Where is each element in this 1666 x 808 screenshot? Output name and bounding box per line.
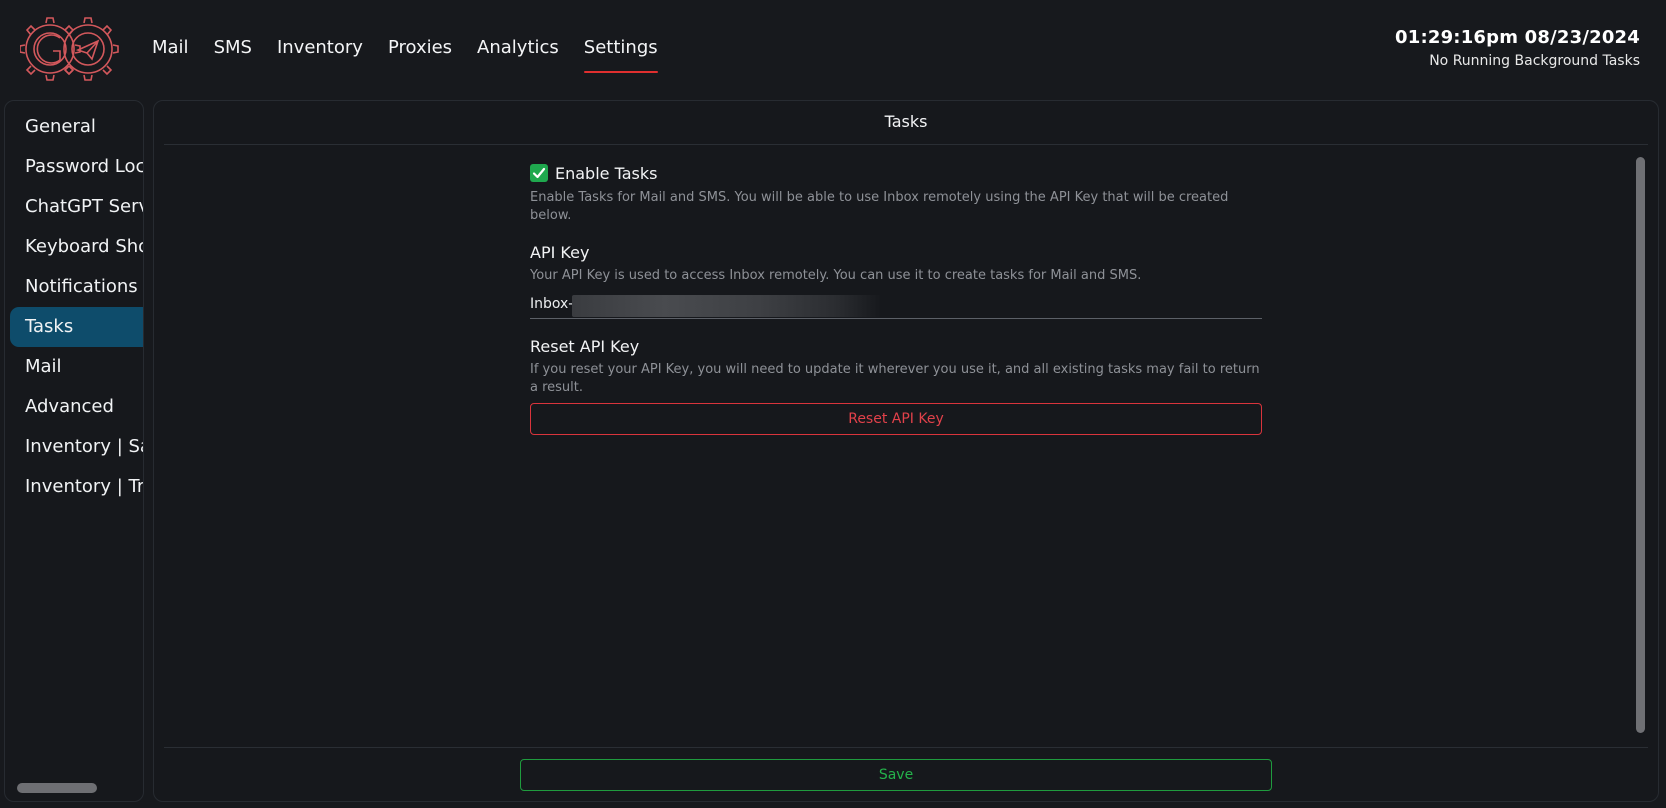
- api-key-prefix: Inbox-: [530, 296, 574, 312]
- clock-area: 01:29:16pm 08/23/2024 No Running Backgro…: [1395, 26, 1640, 72]
- reset-api-key-title: Reset API Key: [530, 337, 640, 356]
- nav-inventory[interactable]: Inventory: [277, 36, 375, 66]
- sidebar-item-general[interactable]: General: [10, 107, 143, 147]
- background-task-status: No Running Background Tasks: [1429, 53, 1640, 69]
- nav-mail[interactable]: Mail: [152, 36, 201, 66]
- api-key-field[interactable]: Inbox-: [530, 293, 1262, 319]
- reset-api-key-help: If you reset your API Key, you will need…: [530, 362, 1260, 395]
- nav-sms[interactable]: SMS: [214, 36, 264, 66]
- sidebar-item-mail[interactable]: Mail: [10, 347, 143, 387]
- sidebar-item-keyboard-shortcuts[interactable]: Keyboard Sho: [10, 227, 143, 267]
- nav-proxies[interactable]: Proxies: [388, 36, 464, 66]
- sidebar-item-chatgpt-service[interactable]: ChatGPT Serv: [10, 187, 143, 227]
- api-key-help: Your API Key is used to access Inbox rem…: [530, 268, 1142, 283]
- enable-tasks-label[interactable]: Enable Tasks: [555, 164, 657, 183]
- tasks-settings-content: Enable Tasks Enable Tasks for Mail and S…: [530, 161, 1262, 435]
- sidebar-item-password-lock[interactable]: Password Loc: [10, 147, 143, 187]
- sidebar-item-tasks[interactable]: Tasks: [10, 307, 143, 347]
- footer-divider: [164, 747, 1648, 748]
- sidebar-horizontal-scrollbar[interactable]: [17, 783, 97, 793]
- api-key-title: API Key: [530, 243, 590, 262]
- settings-sidebar: General Password Loc ChatGPT Serv Keyboa…: [4, 100, 144, 802]
- sidebar-item-inventory-tracking[interactable]: Inventory | Tra: [10, 467, 143, 507]
- enable-tasks-help: Enable Tasks for Mail and SMS. You will …: [530, 190, 1229, 223]
- sidebar-item-advanced[interactable]: Advanced: [10, 387, 143, 427]
- panel-title: Tasks: [164, 101, 1648, 145]
- reset-api-key-button[interactable]: Reset API Key: [530, 403, 1262, 435]
- check-icon: [532, 167, 546, 179]
- clock-time: 01:29:16pm 08/23/2024: [1395, 27, 1640, 48]
- main-nav: Mail SMS Inventory Proxies Analytics Set…: [152, 36, 683, 73]
- nav-settings[interactable]: Settings: [583, 36, 670, 73]
- panel-vertical-scrollbar[interactable]: [1636, 157, 1645, 733]
- api-key-redacted: [572, 295, 882, 317]
- app-logo-icon[interactable]: [19, 14, 124, 84]
- app-header: Mail SMS Inventory Proxies Analytics Set…: [0, 0, 1666, 98]
- sidebar-item-inventory-sales[interactable]: Inventory | Sa: [10, 427, 143, 467]
- enable-tasks-checkbox[interactable]: [530, 164, 548, 182]
- nav-analytics[interactable]: Analytics: [477, 36, 571, 66]
- enable-tasks-row: Enable Tasks: [530, 161, 1262, 185]
- settings-panel: Tasks Enable Tasks Enable Tasks for Mail…: [153, 100, 1659, 802]
- sidebar-item-notifications[interactable]: Notifications: [10, 267, 143, 307]
- save-button[interactable]: Save: [520, 759, 1272, 791]
